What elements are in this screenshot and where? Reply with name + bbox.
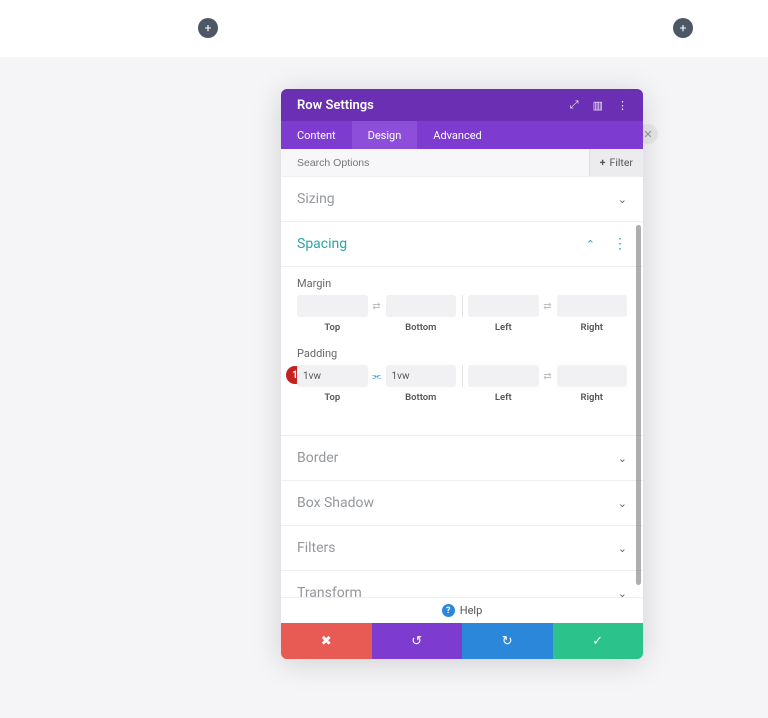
filter-label: Filter (610, 156, 633, 169)
padding-inputs: 1 1vw Top ⫘ 1vw Bottom Left (297, 365, 627, 403)
save-button[interactable]: ✓ (553, 623, 644, 659)
section-more-icon[interactable]: ⋮ (613, 236, 627, 252)
margin-bottom-label: Bottom (405, 322, 436, 333)
margin-bottom-input[interactable] (386, 295, 457, 317)
chevron-down-icon: ⌄ (618, 193, 627, 206)
chevron-down-icon: ⌄ (618, 587, 627, 598)
modal-header-actions: ⤢ ▥ ⋮ (570, 98, 627, 112)
add-section-button-left[interactable]: + (198, 18, 218, 38)
margin-top-input[interactable] (297, 295, 368, 317)
padding-bottom-input[interactable]: 1vw (386, 365, 457, 387)
more-icon[interactable]: ⋮ (617, 99, 627, 112)
margin-inputs: Top ⇄ Bottom Left ⇄ R (297, 295, 627, 333)
section-border[interactable]: Border ⌄ (281, 436, 643, 481)
row-settings-modal: Row Settings ⤢ ▥ ⋮ Content Design Advanc… (281, 89, 643, 659)
section-sizing[interactable]: Sizing ⌄ (281, 177, 643, 222)
section-box-shadow[interactable]: Box Shadow ⌄ (281, 481, 643, 526)
padding-left-label: Left (495, 392, 512, 403)
search-input[interactable] (297, 157, 589, 169)
filter-button[interactable]: + Filter (589, 149, 643, 176)
tab-content[interactable]: Content (281, 121, 352, 149)
page-background: + + (0, 0, 768, 57)
section-title-sizing: Sizing (297, 191, 335, 207)
plus-icon: + (600, 156, 606, 169)
section-title-border: Border (297, 450, 338, 466)
margin-right-input[interactable] (557, 295, 628, 317)
search-row: + Filter (281, 149, 643, 177)
link-icon[interactable]: ⇄ (368, 295, 386, 317)
padding-top-input[interactable]: 1vw (297, 365, 368, 387)
padding-right-label: Right (581, 392, 603, 403)
section-filters[interactable]: Filters ⌄ (281, 526, 643, 571)
chevron-down-icon: ⌄ (618, 452, 627, 465)
scrollbar[interactable] (636, 225, 641, 585)
link-icon[interactable]: ⇄ (539, 295, 557, 317)
margin-label: Margin (297, 277, 627, 290)
section-spacing[interactable]: Spacing ⌃ ⋮ (281, 222, 643, 267)
cancel-button[interactable]: ✖ (281, 623, 372, 659)
section-transform[interactable]: Transform ⌄ (281, 571, 643, 597)
padding-right-input[interactable] (557, 365, 628, 387)
help-row[interactable]: ? Help (281, 597, 643, 623)
help-icon: ? (442, 604, 455, 617)
section-title-spacing: Spacing (297, 236, 347, 252)
padding-left-input[interactable] (468, 365, 539, 387)
section-title-filters: Filters (297, 540, 336, 556)
undo-button[interactable]: ↺ (372, 623, 463, 659)
settings-tabs: Content Design Advanced (281, 121, 643, 149)
padding-label: Padding (297, 347, 627, 360)
columns-icon[interactable]: ▥ (593, 99, 603, 112)
chevron-down-icon: ⌄ (618, 542, 627, 555)
chevron-down-icon: ⌄ (618, 497, 627, 510)
add-section-button-right[interactable]: + (673, 18, 693, 38)
settings-panel: Sizing ⌄ Spacing ⌃ ⋮ Margin Top ⇄ (281, 177, 643, 597)
spacing-panel: Margin Top ⇄ Bottom Left (281, 267, 643, 436)
chevron-up-icon: ⌃ (586, 238, 595, 251)
tab-advanced[interactable]: Advanced (417, 121, 497, 149)
margin-left-input[interactable] (468, 295, 539, 317)
link-icon-active[interactable]: ⫘ (368, 365, 386, 387)
margin-left-label: Left (495, 322, 512, 333)
help-label: Help (460, 604, 483, 617)
margin-right-label: Right (581, 322, 603, 333)
modal-title: Row Settings (297, 98, 374, 113)
redo-button[interactable]: ↻ (462, 623, 553, 659)
tab-design[interactable]: Design (352, 121, 418, 149)
padding-bottom-label: Bottom (405, 392, 436, 403)
expand-icon[interactable]: ⤢ (570, 98, 579, 112)
modal-footer: ✖ ↺ ↻ ✓ (281, 623, 643, 659)
padding-top-label: Top (324, 392, 340, 403)
modal-header: Row Settings ⤢ ▥ ⋮ (281, 89, 643, 121)
link-icon[interactable]: ⇄ (539, 365, 557, 387)
section-title-box-shadow: Box Shadow (297, 495, 374, 511)
margin-top-label: Top (324, 322, 340, 333)
section-title-transform: Transform (297, 585, 362, 597)
